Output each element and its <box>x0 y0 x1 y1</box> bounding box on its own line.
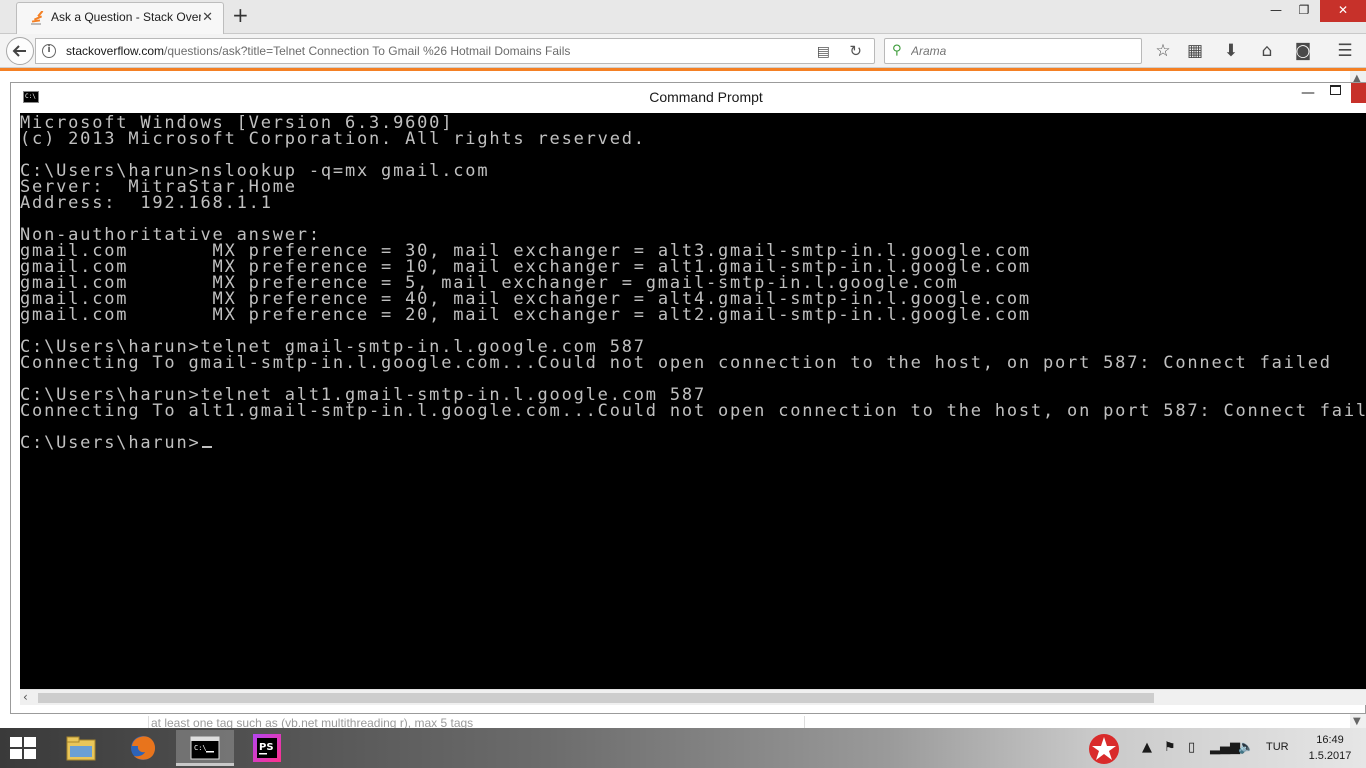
action-center-icon[interactable]: ⚑ <box>1164 740 1176 755</box>
volume-icon[interactable]: 🔈 <box>1238 740 1254 755</box>
phpstorm-icon: PS <box>253 734 281 762</box>
svg-text:PS: PS <box>259 742 274 753</box>
search-bar[interactable]: ⚲ <box>884 38 1142 64</box>
taskbar-file-explorer[interactable] <box>52 730 110 766</box>
bookmark-star-icon[interactable]: ☆ <box>1152 41 1174 61</box>
url-text[interactable]: stackoverflow.com/questions/ask?title=Te… <box>66 44 570 58</box>
battery-icon[interactable]: ▯ <box>1188 740 1195 755</box>
arrow-left-icon <box>12 45 26 57</box>
pocket-icon[interactable]: ◙ <box>1292 41 1314 61</box>
home-icon[interactable]: ⌂ <box>1256 41 1278 61</box>
tab-close-icon[interactable]: ✕ <box>202 10 213 25</box>
svg-text:C:\: C:\ <box>194 744 207 752</box>
antivirus-tray-icon[interactable] <box>1086 732 1122 766</box>
menu-icon[interactable]: ☰ <box>1334 41 1356 61</box>
scroll-down-icon[interactable]: ▼ <box>1353 716 1361 727</box>
browser-minimize-button[interactable]: — <box>1262 0 1290 22</box>
tab-title: Ask a Question - Stack Overflow <box>51 10 201 24</box>
back-button[interactable] <box>6 37 34 65</box>
console-prompt-line[interactable]: C:\Users\harun> <box>20 433 212 453</box>
url-bar[interactable]: i stackoverflow.com/questions/ask?title=… <box>35 38 875 64</box>
browser-nav-bar: i stackoverflow.com/questions/ask?title=… <box>0 34 1366 68</box>
console-line: Connecting To gmail-smtp-in.l.google.com… <box>20 353 1332 373</box>
stackoverflow-favicon-icon <box>31 11 44 25</box>
cmd-close-button[interactable] <box>1351 83 1366 103</box>
windows-logo-icon <box>10 737 22 747</box>
search-icon: ⚲ <box>892 43 902 58</box>
cmd-horizontal-scrollbar[interactable]: ‹ <box>20 689 1366 705</box>
cmd-minimize-button[interactable]: — <box>1301 85 1315 101</box>
console-prompt: C:\Users\harun> <box>20 433 201 453</box>
reload-icon[interactable]: ↻ <box>849 42 862 60</box>
bookmarks-list-icon[interactable]: ▦ <box>1184 41 1206 61</box>
browser-close-button[interactable]: ✕ <box>1320 0 1366 22</box>
cmd-title: Command Prompt <box>649 89 763 105</box>
language-indicator[interactable]: TUR <box>1266 741 1289 753</box>
clock-time[interactable]: 16:49 <box>1310 734 1350 746</box>
windows-taskbar: C:\ PS ▲ ⚑ ▯ ▂▄▆ 🔈 TUR 16:49 1.5.2017 <box>0 728 1366 768</box>
clock-date[interactable]: 1.5.2017 <box>1300 750 1360 762</box>
cmd-icon: C:\ <box>190 736 220 760</box>
reader-view-icon[interactable]: ▤ <box>817 44 830 60</box>
console-cursor <box>201 446 212 448</box>
browser-tab-bar: Ask a Question - Stack Overflow ✕ + — ❐ … <box>0 0 1366 34</box>
downloads-icon[interactable]: ⬇ <box>1220 41 1242 61</box>
firefox-icon <box>131 736 156 760</box>
console-line: gmail.com MX preference = 20, mail excha… <box>20 305 1031 325</box>
start-button[interactable] <box>10 737 38 761</box>
browser-maximize-button[interactable]: ❐ <box>1290 0 1318 22</box>
cmd-maximize-button[interactable] <box>1330 85 1341 95</box>
network-signal-icon[interactable]: ▂▄▆ <box>1210 740 1240 755</box>
console-line: (c) 2013 Microsoft Corporation. All righ… <box>20 129 646 149</box>
console-line: Address: 192.168.1.1 <box>20 193 273 213</box>
cmd-scrollbar-thumb[interactable] <box>38 693 1154 703</box>
taskbar-phpstorm[interactable]: PS <box>238 730 296 766</box>
taskbar-firefox[interactable] <box>114 730 172 766</box>
folder-icon <box>66 736 96 761</box>
cmd-title-bar[interactable]: C:\ Command Prompt — <box>11 83 1366 113</box>
console-output[interactable]: Microsoft Windows [Version 6.3.9600] (c)… <box>20 113 1366 689</box>
command-prompt-window[interactable]: C:\ Command Prompt — Microsoft Windows [… <box>10 82 1366 714</box>
console-line: Connecting To alt1.gmail-smtp-in.l.googl… <box>20 401 1366 421</box>
taskbar-command-prompt[interactable]: C:\ <box>176 730 234 766</box>
new-tab-button[interactable]: + <box>232 3 249 27</box>
show-hidden-icons-icon[interactable]: ▲ <box>1142 740 1152 755</box>
site-info-icon[interactable]: i <box>42 44 56 58</box>
browser-tab-active[interactable]: Ask a Question - Stack Overflow ✕ <box>16 2 224 34</box>
scroll-left-icon[interactable]: ‹ <box>23 690 28 704</box>
search-input[interactable] <box>911 43 1131 59</box>
